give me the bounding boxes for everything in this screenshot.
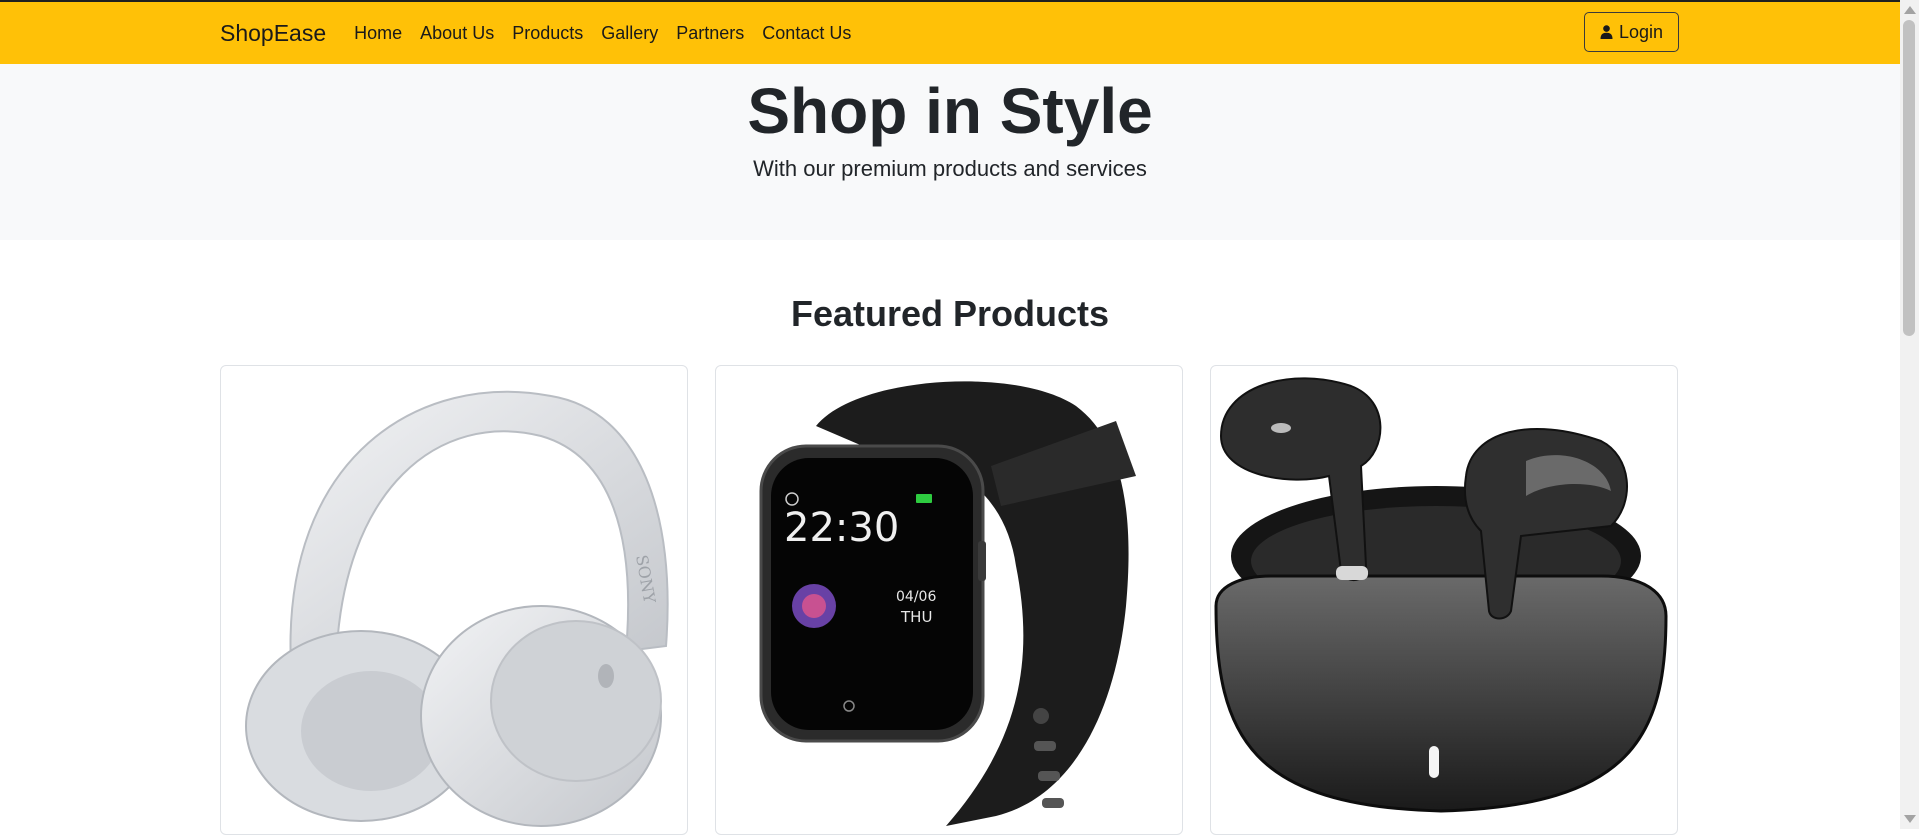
navbar-container: ShopEase Home About Us Products Gallery … [220,2,1679,64]
product-card-headphones[interactable]: SONY [220,365,688,835]
nav-link-about-us[interactable]: About Us [420,23,494,44]
brand-logo[interactable]: ShopEase [220,20,326,47]
hero-title: Shop in Style [747,75,1153,147]
hero-section: Shop in Style With our premium products … [0,64,1900,240]
watch-day: THU [900,608,932,626]
nav-link-products[interactable]: Products [512,23,583,44]
product-card-smartwatch[interactable]: 22:30 04/06 THU [715,365,1183,835]
product-card-earbuds[interactable] [1210,365,1678,835]
user-icon [1600,25,1613,39]
watch-date: 04/06 [896,589,936,605]
nav-link-contact-us[interactable]: Contact Us [762,23,851,44]
product-cards: SONY 22:30 04/06 THU [220,365,1679,835]
nav-link-gallery[interactable]: Gallery [601,23,658,44]
nav-link-home[interactable]: Home [354,23,402,44]
earbuds-image [1214,377,1668,813]
smartwatch-image: 22:30 04/06 THU [759,381,1136,826]
nav-links: Home About Us Products Gallery Partners … [354,23,869,44]
login-label: Login [1618,21,1664,42]
featured-products-title: Featured Products [790,293,1110,334]
hero-subtitle: With our premium products and services [753,156,1147,181]
scroll-up-arrow-icon[interactable] [1904,6,1916,14]
scrollbar-thumb[interactable] [1903,20,1915,336]
nav-link-partners[interactable]: Partners [676,23,744,44]
login-button[interactable]: Login [1584,12,1679,52]
navbar: ShopEase Home About Us Products Gallery … [0,2,1900,64]
vertical-scrollbar[interactable] [1900,0,1919,829]
watch-time: 22:30 [784,505,899,551]
headphones-image: SONY [245,390,669,827]
scroll-down-arrow-icon[interactable] [1904,815,1916,823]
